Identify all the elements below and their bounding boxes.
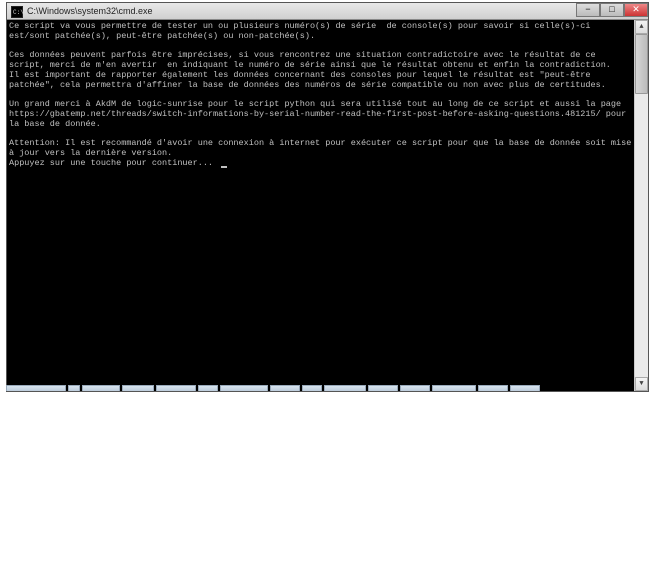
console-output[interactable]: Ce script va vous permettre de tester un… xyxy=(7,20,634,391)
taskbar-item[interactable] xyxy=(302,385,322,391)
cmd-icon: C:\ xyxy=(11,5,23,17)
cmd-window: C:\ C:\Windows\system32\cmd.exe − □ ✕ Ce… xyxy=(6,2,649,392)
minimize-button[interactable]: − xyxy=(576,3,600,17)
close-button[interactable]: ✕ xyxy=(624,3,648,17)
close-icon: ✕ xyxy=(632,5,640,15)
cursor xyxy=(221,166,227,168)
taskbar-item[interactable] xyxy=(156,385,196,391)
console-line: Il est important de rapporter également … xyxy=(9,70,606,90)
taskbar-item[interactable] xyxy=(198,385,218,391)
taskbar-item[interactable] xyxy=(510,385,540,391)
taskbar-strip xyxy=(6,385,649,391)
taskbar-item[interactable] xyxy=(270,385,300,391)
taskbar-item[interactable] xyxy=(324,385,366,391)
taskbar-item[interactable] xyxy=(122,385,154,391)
console-prompt: Appuyez sur une touche pour continuer... xyxy=(9,158,218,168)
taskbar-item[interactable] xyxy=(6,385,66,391)
taskbar-item[interactable] xyxy=(82,385,120,391)
chevron-up-icon: ▲ xyxy=(639,23,643,31)
console-line: Attention: Il est recommandé d'avoir une… xyxy=(9,138,634,158)
titlebar[interactable]: C:\ C:\Windows\system32\cmd.exe − □ ✕ xyxy=(7,3,648,20)
maximize-button[interactable]: □ xyxy=(600,3,624,17)
scroll-up-button[interactable]: ▲ xyxy=(635,20,648,34)
console-line: Ces données peuvent parfois être impréci… xyxy=(9,50,611,70)
taskbar-item[interactable] xyxy=(478,385,508,391)
svg-text:C:\: C:\ xyxy=(13,9,23,16)
maximize-icon: □ xyxy=(609,5,614,15)
window-title: C:\Windows\system32\cmd.exe xyxy=(27,6,576,16)
console-area: Ce script va vous permettre de tester un… xyxy=(7,20,648,391)
taskbar-item[interactable] xyxy=(400,385,430,391)
taskbar-item[interactable] xyxy=(368,385,398,391)
console-line: Ce script va vous permettre de tester un… xyxy=(9,21,596,41)
console-line: Un grand merci à AkdM de logic-sunrise p… xyxy=(9,99,631,129)
vertical-scrollbar[interactable]: ▲ ▼ xyxy=(634,20,648,391)
window-controls: − □ ✕ xyxy=(576,3,648,19)
scroll-track[interactable] xyxy=(635,34,648,377)
taskbar-item[interactable] xyxy=(432,385,476,391)
minimize-icon: − xyxy=(585,5,590,15)
scroll-thumb[interactable] xyxy=(635,34,648,94)
taskbar-item[interactable] xyxy=(220,385,268,391)
taskbar-item[interactable] xyxy=(68,385,80,391)
